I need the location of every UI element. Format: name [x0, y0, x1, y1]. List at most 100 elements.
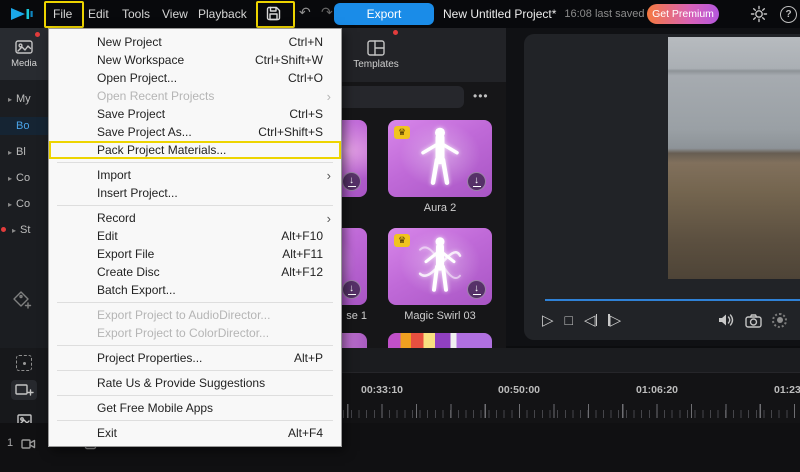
caret-icon: ▸ — [8, 174, 12, 183]
download-icon[interactable]: ↓ — [342, 172, 361, 191]
redo-icon[interactable]: ↷ — [321, 4, 333, 21]
add-track-icon[interactable] — [11, 380, 37, 400]
project-title-area: New Untitled Project* 16:08 last saved — [443, 0, 645, 28]
file-menu-dropdown: New Project Ctrl+N New Workspace Ctrl+Sh… — [48, 28, 342, 447]
ruler-timestamp: 00:50:00 — [484, 384, 554, 396]
media-tab-label: Media — [11, 58, 37, 69]
video-preview — [668, 37, 800, 279]
tab-media[interactable]: Media — [0, 28, 48, 80]
settings-gear-icon[interactable] — [750, 5, 768, 23]
app-logo — [9, 5, 37, 23]
submenu-arrow-icon: › — [327, 212, 331, 225]
next-frame-button[interactable]: ▷ — [608, 313, 621, 328]
last-saved-status: 16:08 last saved — [564, 8, 644, 20]
undo-icon[interactable]: ↶ — [299, 4, 311, 21]
sidebar-item-5[interactable]: ▸ St — [0, 221, 48, 239]
volume-icon[interactable] — [718, 312, 735, 328]
templates-notification-dot — [393, 30, 398, 35]
menu-item-get-free-mobile-apps[interactable]: Get Free Mobile Apps — [49, 399, 341, 417]
sidebar-item-4[interactable]: ▸ Co — [0, 195, 48, 213]
menu-item-export-to-colordirector[interactable]: Export Project to ColorDirector... — [49, 324, 341, 342]
menu-item-project-properties[interactable]: Project Properties... Alt+P — [49, 349, 341, 367]
menu-item-export-file[interactable]: Export File Alt+F11 — [49, 245, 341, 263]
menubar-playback[interactable]: Playback — [198, 7, 247, 21]
sidebar-item-my-media[interactable]: ▸ My — [0, 90, 48, 108]
menu-item-pack-project-materials[interactable]: Pack Project Materials... — [49, 141, 341, 159]
caret-icon: ▸ — [8, 95, 12, 104]
dancer-figure — [418, 233, 462, 297]
media-rooms-sidebar: Media ▸ My Bo ▸ Bl ▸ Co ▸ Co ▸ St — [0, 28, 48, 348]
ruler-timestamp: 00:33:10 — [347, 384, 417, 396]
sidebar-item-2[interactable]: ▸ Bl — [0, 143, 48, 161]
add-tag-icon[interactable] — [12, 290, 32, 310]
menu-item-record[interactable]: Record › — [49, 209, 341, 227]
selection-tool-icon[interactable] — [14, 353, 34, 373]
menubar-view[interactable]: View — [162, 7, 188, 21]
menu-item-open-project[interactable]: Open Project... Ctrl+O — [49, 69, 341, 87]
help-icon[interactable]: ? — [780, 6, 797, 23]
template-thumbnail-magic-swirl[interactable]: ♛ ↓ — [388, 228, 492, 305]
menu-separator — [57, 370, 333, 371]
top-menu-bar: File Edit Tools View Playback ↶ ↷ Export… — [0, 0, 800, 28]
preview-tools — [718, 308, 787, 332]
menu-item-edit[interactable]: Edit Alt+F10 — [49, 227, 341, 245]
menu-item-new-workspace[interactable]: New Workspace Ctrl+Shift+W — [49, 51, 341, 69]
menu-item-new-project[interactable]: New Project Ctrl+N — [49, 33, 341, 51]
save-icon[interactable] — [266, 6, 281, 21]
caret-icon: ▸ — [8, 148, 12, 157]
menu-item-export-to-audiodirector[interactable]: Export Project to AudioDirector... — [49, 306, 341, 324]
track-number: 1 — [7, 437, 13, 449]
play-button[interactable]: ▷ — [542, 313, 554, 328]
notification-dot — [1, 227, 6, 232]
template-thumbnail[interactable] — [388, 333, 492, 348]
menu-item-save-project[interactable]: Save Project Ctrl+S — [49, 105, 341, 123]
media-icon — [15, 39, 33, 55]
menu-separator — [57, 205, 333, 206]
sidebar-item-3[interactable]: ▸ Co — [0, 169, 48, 187]
premium-crown-icon: ♛ — [394, 234, 410, 247]
media-notification-dot — [35, 32, 40, 37]
menubar-edit[interactable]: Edit — [88, 7, 109, 21]
thumbnail-label: Magic Swirl 03 — [388, 310, 492, 322]
menu-separator — [57, 345, 333, 346]
ruler-timestamp: 01:06:20 — [622, 384, 692, 396]
menu-item-create-disc[interactable]: Create Disc Alt+F12 — [49, 263, 341, 281]
export-button[interactable]: Export — [334, 3, 434, 25]
menu-item-open-recent-projects[interactable]: Open Recent Projects › — [49, 87, 341, 105]
playback-controls: ▷ □ ◁ ▷ — [542, 308, 621, 332]
menu-item-insert-project[interactable]: Insert Project... — [49, 184, 341, 202]
seek-bar[interactable] — [545, 299, 800, 301]
caret-icon: ▸ — [12, 226, 16, 235]
previous-frame-button[interactable]: ◁ — [584, 313, 597, 328]
download-icon[interactable]: ↓ — [342, 280, 361, 299]
menu-item-exit[interactable]: Exit Alt+F4 — [49, 424, 341, 442]
preview-quality-icon[interactable] — [772, 313, 787, 328]
app-window: Media ▸ My Bo ▸ Bl ▸ Co ▸ Co ▸ St — [0, 0, 800, 472]
tab-templates[interactable]: Templates — [336, 30, 416, 80]
menu-item-save-project-as[interactable]: Save Project As... Ctrl+Shift+S — [49, 123, 341, 141]
submenu-arrow-icon: › — [327, 90, 331, 103]
more-options-button[interactable]: ••• — [473, 89, 489, 103]
menu-separator — [57, 302, 333, 303]
download-icon[interactable]: ↓ — [467, 172, 486, 191]
download-icon[interactable]: ↓ — [467, 280, 486, 299]
submenu-arrow-icon: › — [327, 169, 331, 182]
templates-icon — [367, 40, 385, 56]
template-thumbnail-aura2[interactable]: ♛ ↓ — [388, 120, 492, 197]
dancer-figure — [418, 125, 462, 189]
video-track-icon — [21, 437, 36, 450]
menubar-tools[interactable]: Tools — [122, 7, 150, 21]
menu-separator — [57, 162, 333, 163]
stop-button[interactable]: □ — [565, 313, 573, 327]
snapshot-camera-icon[interactable] — [745, 313, 762, 328]
menu-item-batch-export[interactable]: Batch Export... — [49, 281, 341, 299]
menubar-file[interactable]: File — [53, 7, 72, 21]
get-premium-button[interactable]: Get Premium — [647, 4, 719, 24]
menu-separator — [57, 395, 333, 396]
sidebar-item-selected[interactable]: Bo — [0, 117, 48, 135]
caret-icon: ▸ — [8, 200, 12, 209]
thumbnail-label: Aura 2 — [388, 202, 492, 214]
menu-item-rate-us[interactable]: Rate Us & Provide Suggestions — [49, 374, 341, 392]
menu-separator — [57, 420, 333, 421]
menu-item-import[interactable]: Import › — [49, 166, 341, 184]
